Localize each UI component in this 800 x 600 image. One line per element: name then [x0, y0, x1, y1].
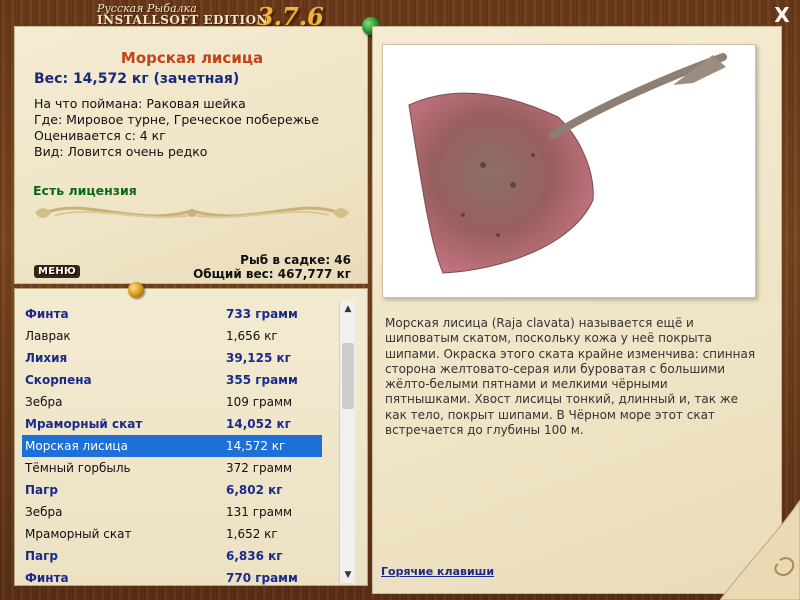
list-item[interactable]: Скорпена 355 грамм: [22, 369, 322, 391]
list-item[interactable]: Финта 733 грамм: [22, 303, 322, 325]
list-item-selected[interactable]: Морская лисица 14,572 кг: [22, 435, 322, 457]
fish-caught-on: На что поймана: Раковая шейка: [34, 96, 246, 111]
list-item-weight: 14,572 кг: [226, 439, 286, 453]
list-item-weight: 355 грамм: [226, 373, 298, 387]
gold-pushpin-icon: [128, 282, 144, 298]
list-item[interactable]: Финта 770 грамм: [22, 567, 322, 589]
fish-photo-image: [408, 53, 727, 274]
list-item[interactable]: Лихия 39,125 кг: [22, 347, 322, 369]
list-item-name: Зебра: [25, 395, 63, 409]
list-item-name: Мраморный скат: [25, 417, 143, 431]
fish-valued-from: Оценивается с: 4 кг: [34, 128, 166, 143]
fish-info-panel: Морская лисица Вес: 14,572 кг (зачетная)…: [14, 26, 368, 284]
list-item-weight: 14,052 кг: [226, 417, 291, 431]
list-item[interactable]: Зебра 109 грамм: [22, 391, 322, 413]
scroll-thumb[interactable]: [342, 343, 354, 409]
list-item-name: Тёмный горбыль: [25, 461, 131, 475]
fish-location: Где: Мировое турне, Греческое побережье: [34, 112, 319, 127]
list-item-name: Пагр: [25, 483, 58, 497]
list-item-weight: 1,652 кг: [226, 527, 278, 541]
list-item-weight: 6,836 кг: [226, 549, 283, 563]
fish-weight: Вес: 14,572 кг (зачетная): [34, 71, 240, 87]
menu-button[interactable]: МЕНЮ: [34, 265, 81, 278]
fish-photo: [382, 44, 756, 298]
list-item-weight: 131 грамм: [226, 505, 293, 519]
license-status: Есть лицензия: [33, 183, 137, 198]
catch-list: Финта 733 грамм Лаврак 1,656 кг Лихия 39,125 …: [22, 303, 322, 589]
fish-count: Рыб в садке: 46: [240, 253, 351, 267]
list-item-weight: 770 грамм: [226, 571, 298, 585]
scroll-up-arrow-icon[interactable]: ▲: [340, 301, 356, 317]
list-item[interactable]: Мраморный скат 14,052 кг: [22, 413, 322, 435]
list-item-weight: 39,125 кг: [226, 351, 291, 365]
list-item-weight: 6,802 кг: [226, 483, 283, 497]
list-item-name: Финта: [25, 307, 69, 321]
catch-list-panel: Финта 733 грамм Лаврак 1,656 кг Лихия 39,125 …: [14, 288, 368, 586]
list-item[interactable]: Зебра 131 грамм: [22, 501, 322, 523]
list-item-weight: 372 грамм: [226, 461, 293, 475]
fish-rarity: Вид: Ловится очень редко: [34, 144, 208, 159]
list-item-name: Пагр: [25, 549, 58, 563]
list-item-name: Лихия: [25, 351, 68, 365]
logo-edition: INSTALLSOFT EDITION: [97, 13, 269, 27]
list-item-weight: 733 грамм: [226, 307, 298, 321]
fish-name: Морская лисица: [120, 49, 264, 67]
list-item-weight: 109 грамм: [226, 395, 293, 409]
list-item-name: Лаврак: [25, 329, 71, 343]
list-item[interactable]: Пагр 6,802 кг: [22, 479, 322, 501]
scroll-down-arrow-icon[interactable]: ▼: [340, 567, 356, 583]
hotkeys-link[interactable]: Горячие клавиши: [381, 565, 494, 578]
list-item-weight: 1,656 кг: [226, 329, 278, 343]
catch-list-scrollbar[interactable]: ▲ ▼: [339, 301, 355, 583]
list-item-name: Зебра: [25, 505, 63, 519]
fish-description: Морская лисица (Raja clavata) называется…: [385, 316, 756, 438]
list-item[interactable]: Тёмный горбыль 372 грамм: [22, 457, 322, 479]
title-bar: Русская Рыбалка INSTALLSOFT EDITION 3.7.…: [0, 0, 800, 31]
list-item-name: Морская лисица: [25, 439, 128, 453]
list-item[interactable]: Мраморный скат 1,652 кг: [22, 523, 322, 545]
list-item-name: Скорпена: [25, 373, 92, 387]
list-item-name: Мраморный скат: [25, 527, 132, 541]
total-weight: Общий вес: 467,777 кг: [193, 267, 351, 281]
list-item[interactable]: Лаврак 1,656 кг: [22, 325, 322, 347]
list-item[interactable]: Пагр 6,836 кг: [22, 545, 322, 567]
list-item-name: Финта: [25, 571, 69, 585]
page-curl-decoration: [720, 500, 800, 600]
close-icon[interactable]: X: [772, 5, 792, 25]
ornament-divider: [35, 206, 349, 219]
